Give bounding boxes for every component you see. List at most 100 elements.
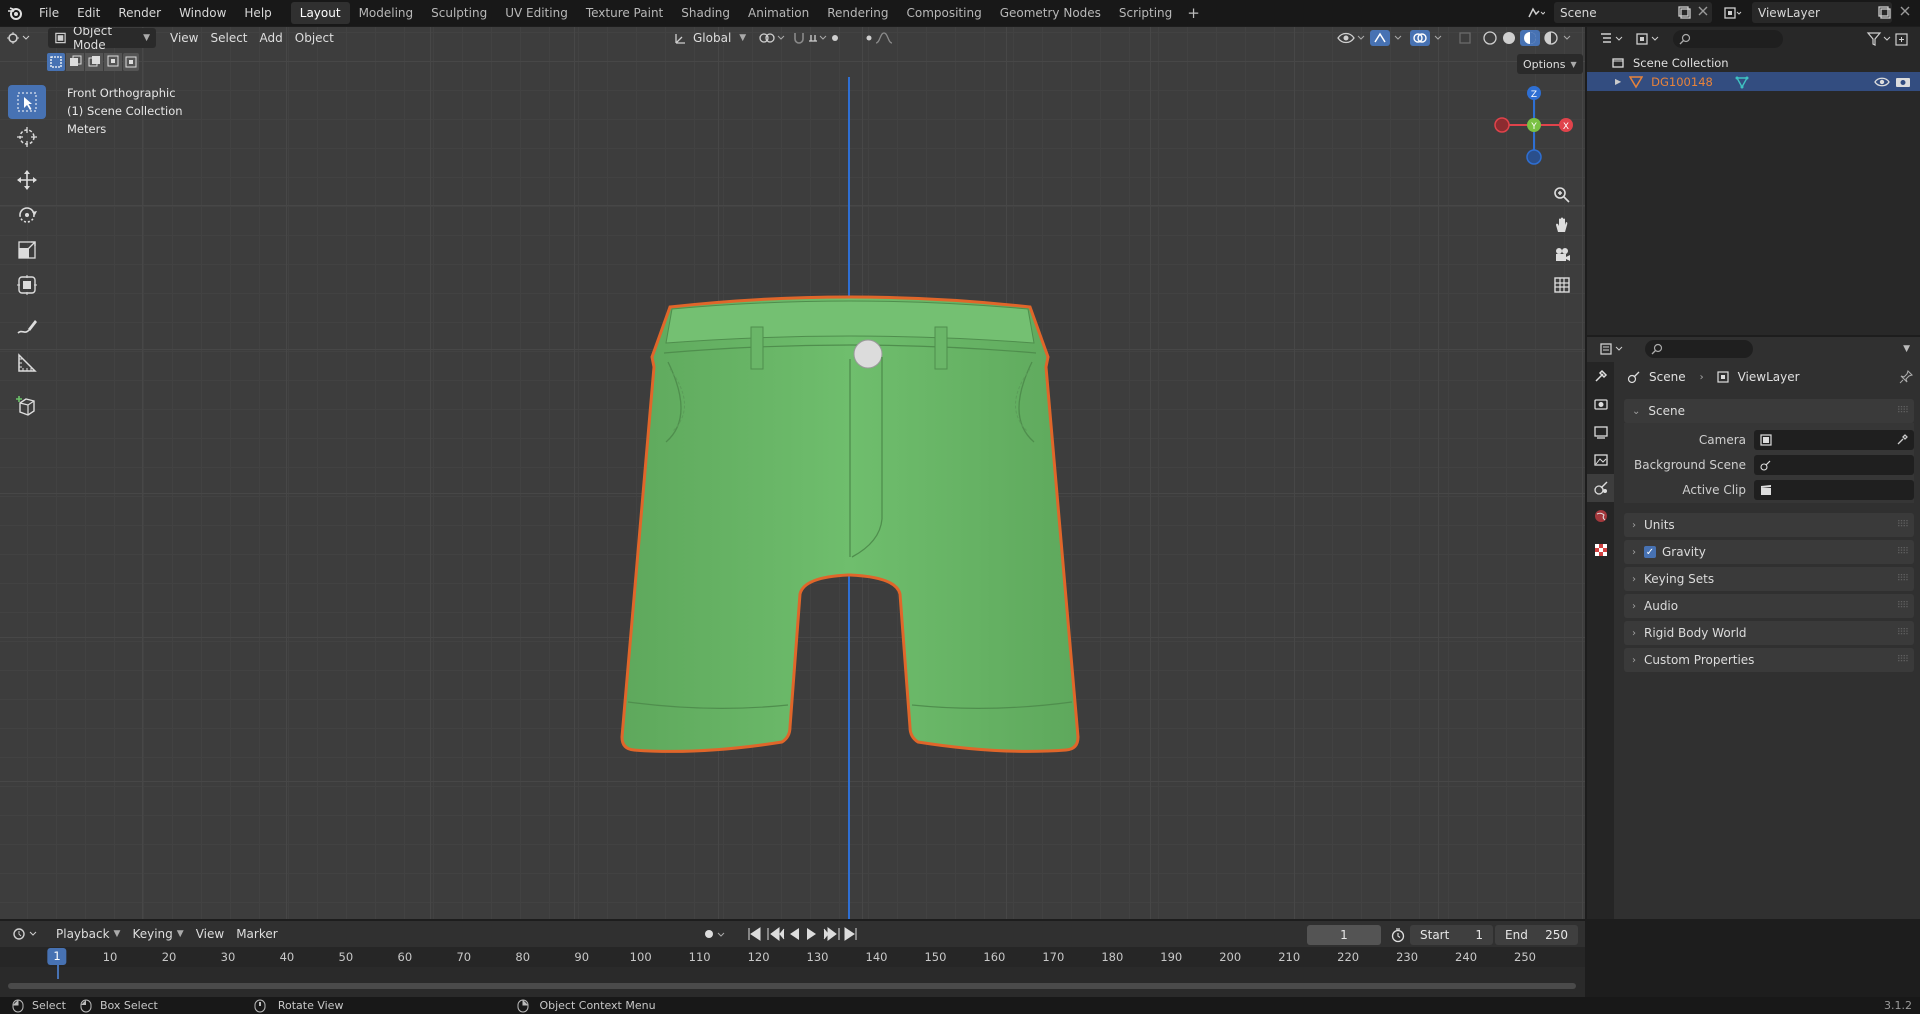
drag-handle-icon[interactable]: ⠿⠿ [1897,547,1909,557]
background-scene-field[interactable] [1754,455,1914,475]
audio-panel-header[interactable]: › Audio ⠿⠿ [1624,594,1914,618]
gizmo-neg-z-axis[interactable] [1526,149,1542,165]
drag-handle-icon[interactable]: ⠿⠿ [1897,520,1909,530]
transform-tool[interactable] [8,268,46,302]
viewport-menu-add[interactable]: Add [254,28,289,48]
delete-scene-icon[interactable] [1697,5,1709,17]
viewport-menu-select[interactable]: Select [204,28,253,48]
outliner-row-object[interactable]: ▶ DG100148 [1587,72,1920,91]
new-scene-icon[interactable] [1677,5,1691,19]
view-layer-browse-icon[interactable] [1723,5,1743,21]
outliner-search-input[interactable] [1673,30,1783,48]
properties-editor-type-icon[interactable] [1599,342,1625,356]
current-frame-field[interactable]: 1 [1307,925,1381,945]
use-preview-range-icon[interactable] [1390,927,1406,943]
selection-mode-buttons[interactable] [47,53,139,71]
tab-sculpting[interactable]: Sculpting [422,2,496,24]
gravity-checkbox[interactable]: ✓ [1644,546,1656,558]
menu-edit[interactable]: Edit [68,0,109,26]
blender-logo-icon[interactable] [0,0,30,26]
menu-help[interactable]: Help [235,0,280,26]
tab-compositing[interactable]: Compositing [897,2,990,24]
tab-tool[interactable] [1587,362,1614,390]
tab-scene[interactable] [1587,474,1614,502]
timeline-scrollbar[interactable] [8,983,1576,989]
cursor-tool[interactable] [8,120,46,154]
mesh-data-icon[interactable] [1735,75,1749,89]
drag-handle-icon[interactable]: ⠿⠿ [1897,406,1909,416]
eye-icon[interactable] [1874,76,1890,88]
expand-arrow-icon[interactable]: ▶ [1615,77,1621,86]
menu-file[interactable]: File [30,0,68,26]
playback-controls[interactable] [746,925,860,943]
render-camera-icon[interactable] [1895,76,1911,88]
shorts-model[interactable] [600,257,1100,777]
display-mode-icon[interactable] [1635,32,1661,46]
tab-shading[interactable]: Shading [672,2,739,24]
menu-window[interactable]: Window [170,0,235,26]
tab-render[interactable] [1587,390,1614,418]
tab-uv-editing[interactable]: UV Editing [496,2,577,24]
annotate-tool[interactable] [8,311,46,345]
tab-geometry-nodes[interactable]: Geometry Nodes [991,2,1110,24]
tab-texture[interactable] [1587,536,1614,564]
transform-orientation-selector[interactable]: Global ▼ [668,28,752,48]
timeline-menu-view[interactable]: View [190,924,230,944]
mode-selector[interactable]: Object Mode ▼ [48,27,156,52]
tab-texture-paint[interactable]: Texture Paint [577,2,672,24]
snap-toggle[interactable] [786,28,854,48]
tab-rendering[interactable]: Rendering [818,2,897,24]
gravity-panel-header[interactable]: › ✓ Gravity ⠿⠿ [1624,540,1914,564]
scene-browse-icon[interactable] [1527,5,1545,21]
timeline-menu-marker[interactable]: Marker [230,924,283,944]
3d-viewport[interactable]: Object Mode ▼ View Select Add Object Glo… [0,27,1585,919]
timeline-menu-keying[interactable]: Keying ▼ [126,924,189,944]
timeline-editor-type-icon[interactable] [12,927,40,941]
tab-animation[interactable]: Animation [739,2,818,24]
tab-view-layer[interactable] [1587,446,1614,474]
add-workspace-button[interactable]: + [1181,2,1206,24]
timeline-body[interactable] [0,965,1585,997]
timeline-menu-playback[interactable]: Playback ▼ [50,924,126,944]
rigid-body-world-panel-header[interactable]: › Rigid Body World ⠿⠿ [1624,621,1914,645]
shading-modes[interactable] [1476,28,1584,48]
drag-handle-icon[interactable]: ⠿⠿ [1897,574,1909,584]
viewport-menu-object[interactable]: Object [289,28,340,48]
frame-ruler[interactable]: 1 10 20 30 40 50 60 70 80 90 100 110 120 130 140 150 160… [0,947,1585,967]
delete-view-layer-icon[interactable] [1899,5,1911,17]
measure-tool[interactable] [8,346,46,380]
pan-view-button[interactable] [1548,211,1576,239]
pin-icon[interactable] [1899,370,1913,384]
drag-handle-icon[interactable]: ⠿⠿ [1897,655,1909,665]
end-frame-field[interactable]: End 250 [1495,925,1578,945]
tab-scripting[interactable]: Scripting [1110,2,1181,24]
eyedropper-icon[interactable] [1896,434,1908,446]
add-cube-tool[interactable] [8,389,46,423]
start-frame-field[interactable]: Start 1 [1410,925,1493,945]
units-panel-header[interactable]: › Units ⠿⠿ [1624,513,1914,537]
viewport-menu-view[interactable]: View [164,28,204,48]
move-tool[interactable] [8,163,46,197]
scale-tool[interactable] [8,233,46,267]
rotate-tool[interactable] [8,198,46,232]
drag-handle-icon[interactable]: ⠿⠿ [1897,601,1909,611]
properties-search-input[interactable] [1645,340,1753,358]
camera-view-button[interactable] [1548,241,1576,269]
tab-layout[interactable]: Layout [290,2,350,24]
options-button[interactable]: Options ▼ [1517,54,1583,74]
auto-keying-toggle[interactable] [700,925,728,943]
editor-type-icon[interactable] [0,28,40,48]
outliner-editor-type-icon[interactable] [1599,32,1625,46]
custom-properties-panel-header[interactable]: › Custom Properties ⠿⠿ [1624,648,1914,672]
tab-world[interactable] [1587,502,1614,530]
tab-output[interactable] [1587,418,1614,446]
proportional-editing-icon[interactable] [858,28,900,48]
view-layer-selector[interactable]: ViewLayer [1752,2,1892,23]
chevron-down-icon[interactable]: ▼ [1903,344,1910,354]
toggle-perspective-button[interactable] [1548,271,1576,299]
keying-sets-panel-header[interactable]: › Keying Sets ⠿⠿ [1624,567,1914,591]
camera-field[interactable] [1754,430,1914,450]
active-clip-field[interactable] [1754,480,1914,500]
new-view-layer-icon[interactable] [1877,5,1891,19]
tab-modeling[interactable]: Modeling [350,2,423,24]
